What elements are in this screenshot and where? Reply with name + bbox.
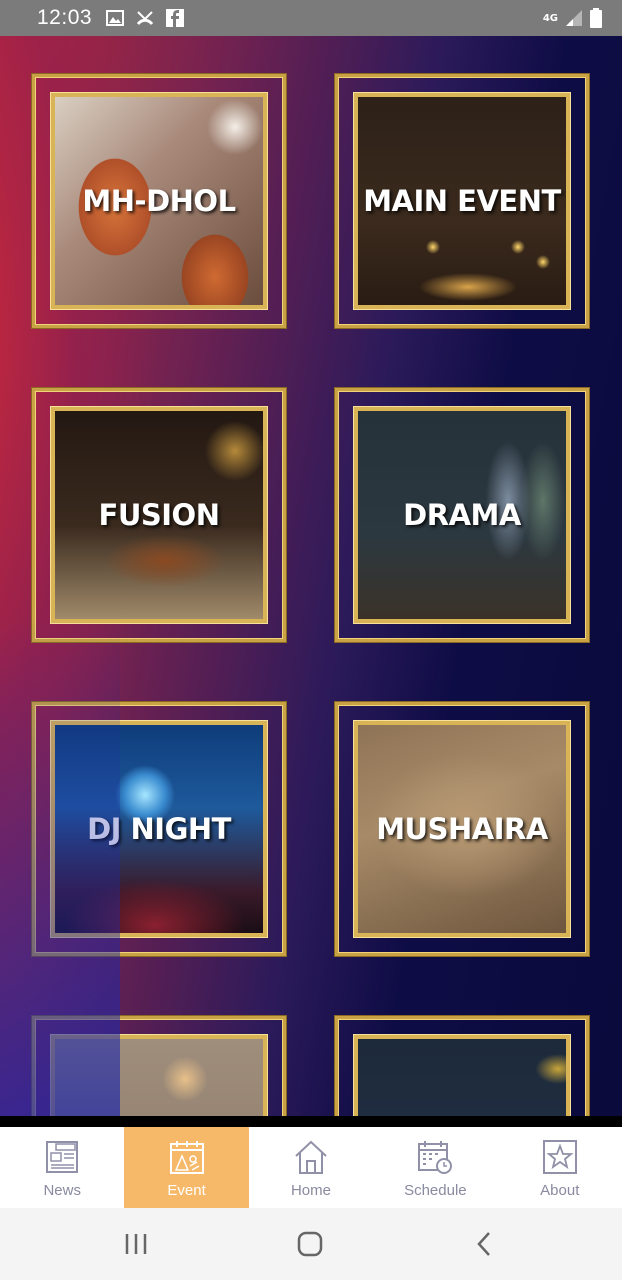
nav-label: News bbox=[43, 1182, 81, 1199]
event-tile-label: MH-DHOL bbox=[82, 184, 236, 218]
dark-scene-image bbox=[358, 1039, 566, 1116]
event-grid[interactable]: MH-DHOL MAIN EVENT FUSION DRAMA DJ NIGHT… bbox=[0, 36, 622, 1116]
event-tile-main-event[interactable]: MAIN EVENT bbox=[335, 74, 589, 328]
event-tile-drama[interactable]: DRAMA bbox=[335, 388, 589, 642]
nav-about[interactable]: About bbox=[498, 1127, 622, 1208]
status-bar: 12:03 4G bbox=[0, 0, 622, 36]
event-tile-label: FUSION bbox=[98, 498, 220, 532]
nav-schedule[interactable]: Schedule bbox=[373, 1127, 497, 1208]
event-tile-7[interactable] bbox=[32, 1016, 286, 1116]
nav-home[interactable]: Home bbox=[249, 1127, 373, 1208]
star-icon bbox=[542, 1140, 577, 1174]
event-tile-8[interactable] bbox=[335, 1016, 589, 1116]
bottom-nav: News Event Home Schedule About bbox=[0, 1116, 622, 1208]
back-icon[interactable] bbox=[465, 1230, 505, 1258]
nav-event[interactable]: Event bbox=[124, 1127, 249, 1208]
newspaper-icon bbox=[46, 1141, 79, 1173]
missed-call-icon bbox=[136, 11, 154, 26]
event-tile-label: DRAMA bbox=[403, 498, 521, 532]
recent-apps-icon[interactable] bbox=[117, 1230, 157, 1258]
nav-news[interactable]: News bbox=[0, 1127, 124, 1208]
home-icon bbox=[295, 1140, 327, 1174]
facebook-icon bbox=[166, 9, 185, 27]
event-tile-mh-dhol[interactable]: MH-DHOL bbox=[32, 74, 286, 328]
party-mask-image bbox=[55, 1039, 263, 1116]
event-tile-fusion[interactable]: FUSION bbox=[32, 388, 286, 642]
event-tile-mushaira[interactable]: MUSHAIRA bbox=[335, 702, 589, 956]
nav-label: Schedule bbox=[404, 1182, 467, 1199]
home-button-icon[interactable] bbox=[290, 1230, 330, 1258]
gallery-icon bbox=[106, 10, 125, 26]
event-icon bbox=[169, 1141, 204, 1174]
network-type: 4G bbox=[542, 12, 558, 24]
system-nav-bar bbox=[0, 1208, 622, 1280]
event-tile-label: MAIN EVENT bbox=[363, 184, 561, 218]
nav-label: About bbox=[540, 1182, 580, 1199]
event-tile-label: DJ NIGHT bbox=[87, 812, 231, 846]
event-tile-label: MUSHAIRA bbox=[376, 812, 548, 846]
event-tile-dj-night[interactable]: DJ NIGHT bbox=[32, 702, 286, 956]
status-time: 12:03 bbox=[37, 6, 93, 29]
battery-icon bbox=[590, 8, 602, 28]
calendar-clock-icon bbox=[418, 1141, 453, 1174]
signal-icon bbox=[566, 10, 582, 26]
nav-label: Event bbox=[167, 1182, 206, 1199]
nav-label: Home bbox=[290, 1182, 331, 1199]
